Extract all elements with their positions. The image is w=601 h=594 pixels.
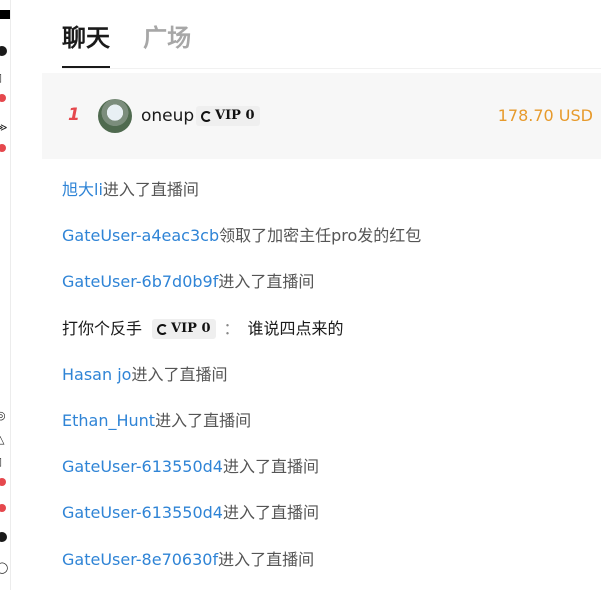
message-user[interactable]: GateUser-a4eac3cb — [62, 226, 219, 245]
message-user[interactable]: GateUser-8e70630f — [62, 550, 218, 569]
rail-icon-5[interactable]: △ — [0, 434, 8, 446]
list-item: 打你个反手 VIP 0 ： 谁说四点来的 — [62, 317, 592, 363]
rail-icon-7[interactable] — [0, 532, 7, 542]
message-text: 进入了直播间 — [102, 180, 199, 199]
message-separator: ： — [223, 318, 240, 338]
list-item: GateUser-613550d4进入了直播间 — [62, 501, 592, 547]
message-text: 进入了直播间 — [131, 364, 228, 384]
rank-number: 1 — [68, 105, 80, 125]
list-item: 旭大li进入了直播间 — [62, 178, 592, 224]
list-item: Ethan_Hunt进入了直播间 — [62, 409, 592, 455]
rail-top-marker — [0, 10, 10, 19]
vip-badge: VIP 0 — [196, 106, 260, 126]
top-donor-card: 1 oneup VIP 0 178.70 USD — [42, 73, 601, 159]
gate-logo-icon — [157, 323, 169, 335]
message-text: 谁说四点来的 — [247, 318, 344, 338]
notification-badge — [0, 478, 6, 486]
tab-divider — [62, 68, 601, 69]
message-text: 进入了直播间 — [222, 457, 319, 477]
vip-label: VIP 0 — [215, 108, 255, 123]
message-text: 进入了直播间 — [155, 410, 252, 430]
list-item: GateUser-6b7d0b9f进入了直播间 — [62, 270, 592, 316]
message-user[interactable]: 打你个反手 — [62, 319, 142, 338]
list-item: GateUser-a4eac3cb领取了加密主任pro发的红包 — [62, 224, 592, 270]
rail-icon-2[interactable]: ▯ — [0, 72, 8, 84]
chat-message-list: 旭大li进入了直播间 GateUser-a4eac3cb领取了加密主任pro发的… — [62, 178, 592, 594]
rail-icon-3[interactable]: ≫ — [0, 122, 8, 134]
message-user[interactable]: Hasan jo — [62, 365, 131, 384]
rail-icon-1[interactable] — [0, 46, 7, 56]
message-user[interactable]: 旭大li — [62, 180, 103, 199]
message-user[interactable]: GateUser-613550d4 — [62, 457, 223, 476]
notification-badge — [0, 144, 6, 152]
message-user[interactable]: Ethan_Hunt — [62, 411, 155, 430]
vip-badge: VIP 0 — [152, 319, 216, 340]
notification-badge — [0, 504, 6, 512]
message-user[interactable]: GateUser-613550d4 — [62, 503, 223, 522]
tab-square[interactable]: 广场 — [143, 20, 191, 66]
gate-logo-icon — [201, 110, 212, 122]
left-rail: ▯ ≫ ◎ △ ▯ ◯ — [0, 0, 11, 590]
donation-amount: 178.70 USD — [497, 106, 593, 125]
message-text: 进入了直播间 — [218, 272, 315, 292]
donor-username[interactable]: oneup — [141, 106, 194, 126]
rail-icon-8[interactable]: ◯ — [0, 562, 8, 574]
list-item: Hasan jo进入了直播间 — [62, 363, 592, 409]
notification-badge — [0, 94, 6, 102]
rail-icon-4[interactable]: ◎ — [0, 410, 8, 422]
tab-chat[interactable]: 聊天 — [62, 20, 110, 69]
avatar[interactable] — [98, 99, 132, 133]
list-item: GateUser-8e70630f进入了直播间 — [62, 548, 592, 594]
message-text: 领取了加密主任pro发的红包 — [219, 226, 422, 246]
message-user[interactable]: GateUser-6b7d0b9f — [62, 272, 218, 291]
rail-icon-6[interactable]: ▯ — [0, 456, 8, 468]
tab-bar: 聊天 广场 — [62, 20, 219, 69]
list-item: GateUser-613550d4进入了直播间 — [62, 455, 592, 501]
vip-label: VIP 0 — [171, 321, 211, 337]
message-text: 进入了直播间 — [218, 549, 315, 569]
message-text: 进入了直播间 — [222, 503, 319, 523]
